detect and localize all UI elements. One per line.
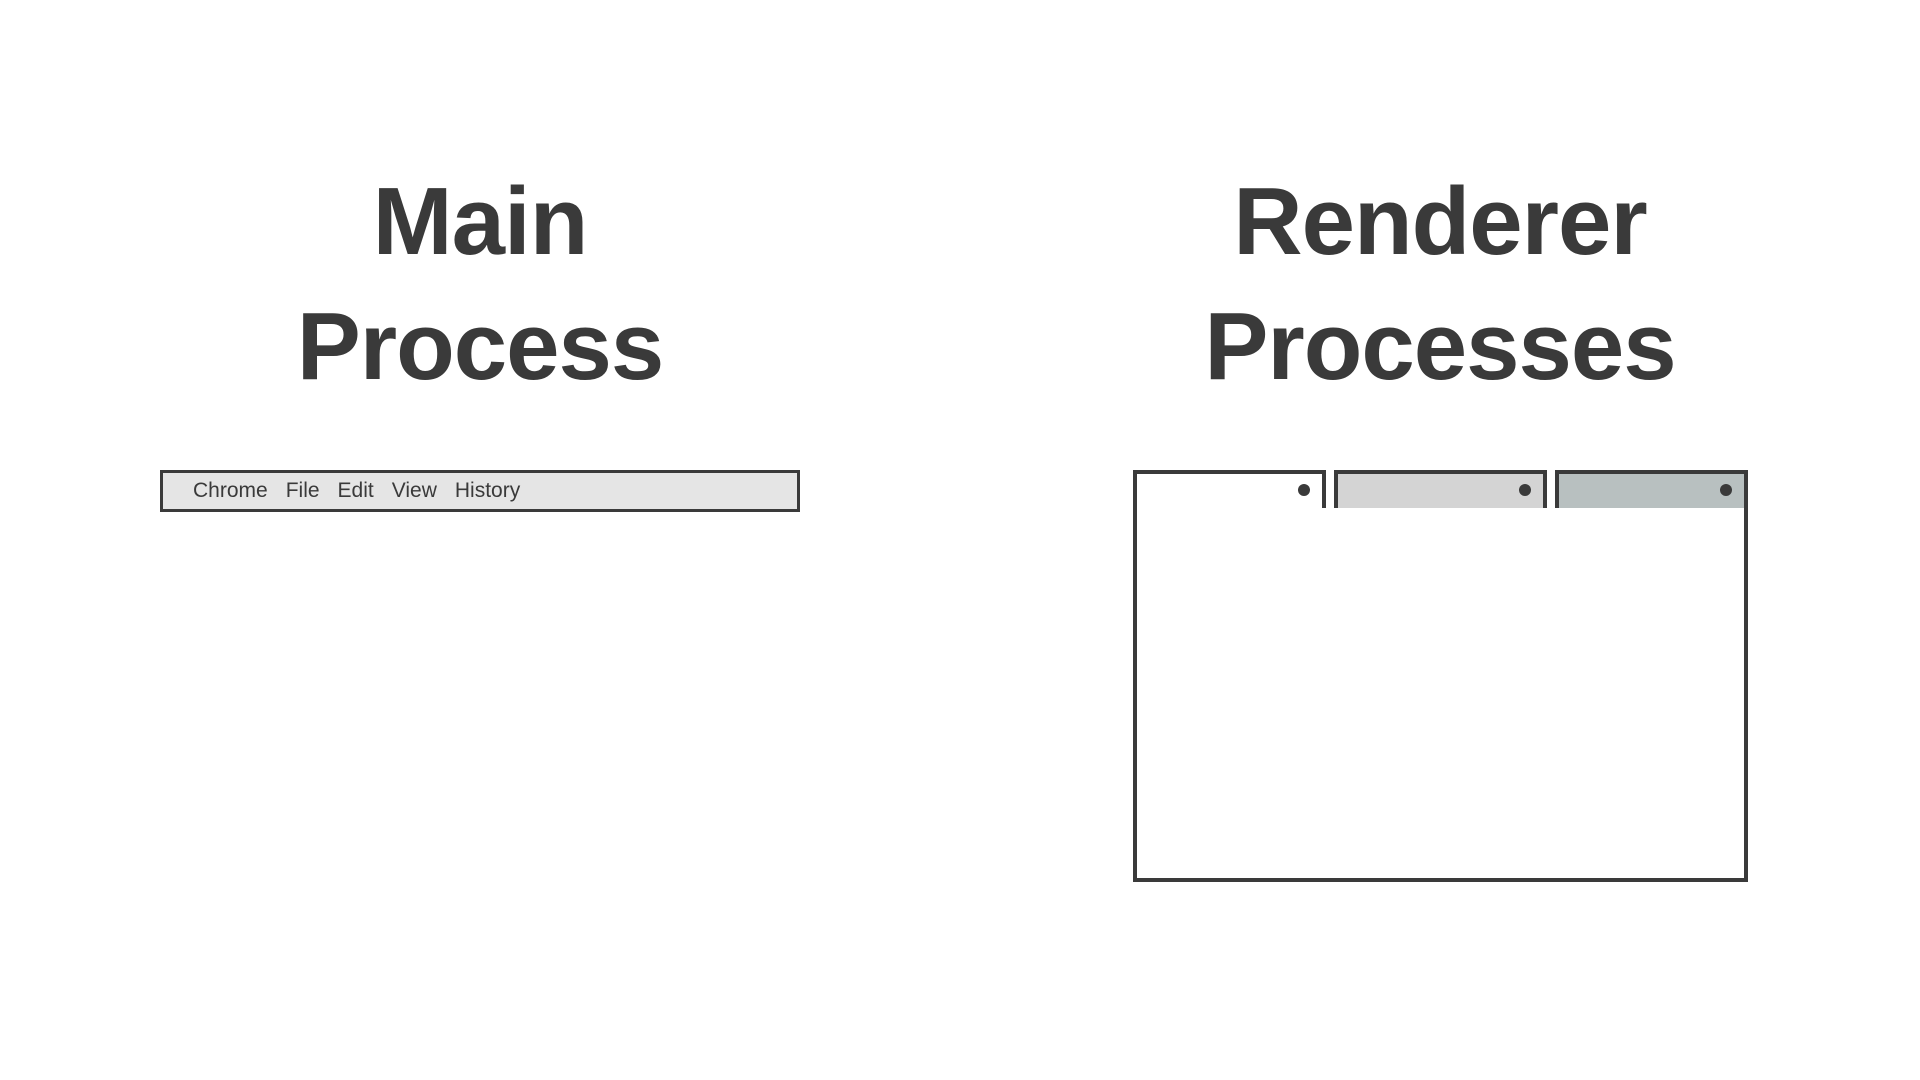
heading-line: Processes [1204,285,1675,410]
heading-line: Main [297,160,664,285]
menu-item-edit: Edit [338,479,374,503]
menu-item-file: File [286,479,320,503]
browser-window [1133,470,1748,882]
close-icon [1720,484,1732,496]
heading-line: Renderer [1204,160,1675,285]
main-process-column: Main Process Chrome File Edit View Histo… [0,160,960,1080]
menu-item-chrome: Chrome [193,479,268,503]
menu-item-history: History [455,479,520,503]
renderer-processes-column: Renderer Processes [960,160,1920,1080]
browser-tab [1334,470,1547,512]
browser-tab-active [1133,470,1326,512]
main-process-heading: Main Process [297,160,664,410]
menu-item-view: View [392,479,437,503]
close-icon [1298,484,1310,496]
heading-line: Process [297,285,664,410]
menu-bar: Chrome File Edit View History [160,470,800,512]
renderer-processes-heading: Renderer Processes [1204,160,1675,410]
tab-row [1133,470,1748,512]
close-icon [1519,484,1531,496]
browser-body [1133,508,1748,882]
browser-tab [1555,470,1748,512]
